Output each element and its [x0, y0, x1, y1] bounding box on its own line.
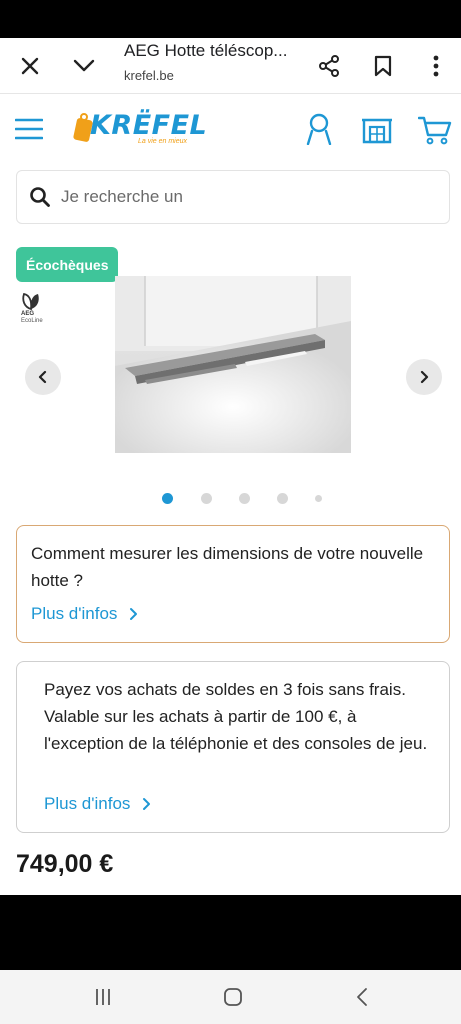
payment-info-text: Payez vos achats de soldes en 3 fois san…: [44, 680, 428, 753]
chevron-right-icon: [420, 370, 429, 384]
range-hood-image: [115, 276, 351, 453]
close-icon: [21, 57, 39, 75]
logo-tagline: La vie en mieux: [138, 138, 188, 145]
payment-info-link-label: Plus d'infos: [44, 794, 131, 813]
search-section: [0, 164, 461, 240]
account-button[interactable]: [302, 111, 336, 147]
logo-text: KRËFEL: [90, 110, 208, 141]
share-button[interactable]: [311, 48, 347, 84]
cart-icon: [418, 116, 452, 145]
search-box[interactable]: [16, 170, 450, 224]
ecoline-label: EcoLine: [21, 318, 43, 324]
recent-apps-button[interactable]: [88, 985, 118, 1009]
share-icon: [319, 55, 339, 77]
leaf-icon: [22, 292, 39, 311]
payment-info-link[interactable]: Plus d'infos: [44, 794, 151, 814]
status-bar: [0, 0, 461, 38]
menu-icon: [15, 118, 43, 140]
cart-button[interactable]: [416, 113, 454, 147]
bookmark-button[interactable]: [365, 48, 401, 84]
carousel-dot[interactable]: [239, 493, 250, 504]
carousel-prev-button[interactable]: [25, 359, 61, 395]
home-icon: [224, 988, 242, 1006]
store-icon: [362, 118, 392, 144]
menu-button[interactable]: [14, 114, 44, 144]
measure-info-text: Comment mesurer les dimensions de votre …: [31, 544, 424, 590]
more-options-button[interactable]: [418, 48, 454, 84]
user-icon: [306, 113, 332, 145]
expand-button[interactable]: [66, 48, 102, 84]
carousel-dot[interactable]: [201, 493, 212, 504]
carousel-next-button[interactable]: [406, 359, 442, 395]
product-image[interactable]: [115, 276, 351, 453]
payment-info-card: Payez vos achats de soldes en 3 fois san…: [16, 661, 450, 833]
carousel-indicator: [160, 492, 330, 506]
chevron-down-icon: [73, 59, 95, 72]
measure-info-card: Comment mesurer les dimensions de votre …: [16, 525, 450, 643]
aeg-ecoline-logo: AEG EcoLine: [20, 291, 60, 331]
back-icon: [357, 988, 367, 1006]
ecoline-brand: AEG: [21, 311, 35, 317]
page-url[interactable]: krefel.be: [124, 68, 174, 83]
site-header: KRËFEL La vie en mieux: [0, 94, 461, 164]
browser-toolbar: AEG Hotte téléscop... krefel.be: [0, 38, 461, 94]
system-nav-bar: [0, 970, 461, 1024]
back-button[interactable]: [347, 985, 377, 1009]
chevron-right-icon: [143, 798, 151, 810]
carousel-dot[interactable]: [277, 493, 288, 504]
measure-info-link[interactable]: Plus d'infos: [31, 604, 138, 624]
carousel-dot[interactable]: [162, 493, 173, 504]
carousel-dot[interactable]: [315, 495, 322, 502]
stores-button[interactable]: [358, 113, 396, 147]
ecocheques-badge: Écochèques: [16, 247, 119, 282]
more-vert-icon: [433, 55, 439, 77]
search-input[interactable]: [61, 183, 431, 211]
chevron-right-icon: [130, 608, 138, 620]
recent-apps-icon: [96, 989, 110, 1005]
close-tab-button[interactable]: [12, 48, 48, 84]
chevron-left-icon: [38, 370, 47, 384]
search-icon: [30, 187, 50, 207]
bookmark-icon: [374, 55, 392, 77]
page-title: AEG Hotte téléscop...: [124, 41, 288, 60]
home-button[interactable]: [218, 985, 248, 1009]
product-price: 749,00 €: [16, 850, 114, 878]
measure-info-link-label: Plus d'infos: [31, 604, 118, 623]
product-content: Écochèques AEG EcoLine Comment mesurer l…: [0, 240, 461, 895]
krefel-logo[interactable]: KRËFEL La vie en mieux: [72, 109, 207, 149]
